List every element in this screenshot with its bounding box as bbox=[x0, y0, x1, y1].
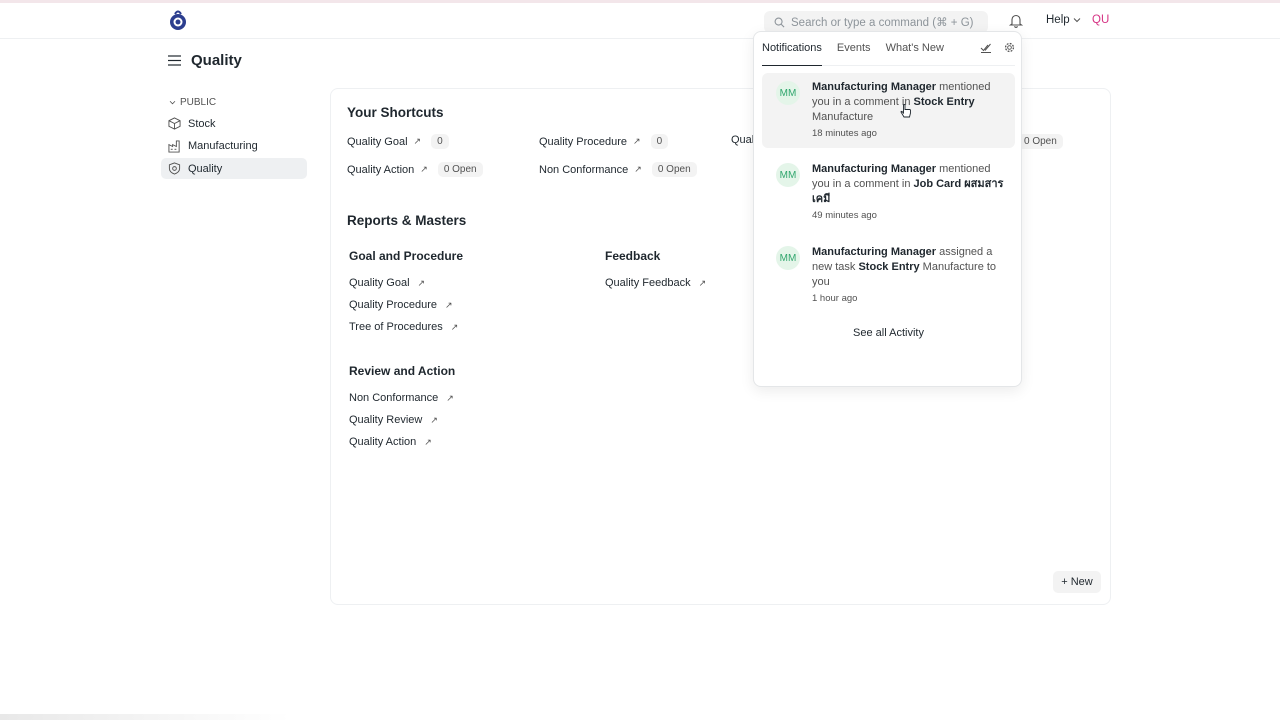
new-button-label: New bbox=[1070, 576, 1093, 588]
avatar: MM bbox=[776, 163, 800, 187]
box-icon bbox=[168, 117, 181, 130]
help-dropdown[interactable]: Help bbox=[1046, 14, 1081, 26]
notifications-dropdown: Notifications Events What's New MM Manuf… bbox=[753, 31, 1022, 387]
plus-icon: + bbox=[1061, 576, 1068, 588]
link-label: Quality Review bbox=[349, 414, 423, 426]
shortcut-quality-action[interactable]: Quality Action ↗ 0 Open bbox=[347, 162, 483, 177]
link-label: Non Conformance bbox=[349, 392, 439, 404]
shortcut-count-badge: 0 Open bbox=[437, 162, 483, 177]
factory-icon bbox=[168, 139, 180, 153]
page-header: Quality bbox=[168, 52, 242, 69]
link-label: Quality Procedure bbox=[349, 299, 438, 311]
bell-icon[interactable] bbox=[1008, 13, 1024, 31]
sidebar: PUBLIC Stock Manufacturing Quality bbox=[161, 95, 307, 181]
shortcut-count-badge: 0 bbox=[431, 134, 449, 149]
page-title: Quality bbox=[191, 52, 242, 69]
sidebar-section-public[interactable]: PUBLIC bbox=[161, 95, 307, 109]
avatar: MM bbox=[776, 81, 800, 105]
sidebar-item-manufacturing[interactable]: Manufacturing bbox=[161, 136, 307, 157]
new-button[interactable]: + New bbox=[1053, 571, 1101, 593]
navbar: Search or type a command (⌘ + G) Help QU bbox=[0, 3, 1280, 39]
sidebar-item-label: Manufacturing bbox=[188, 140, 258, 152]
shortcuts-title: Your Shortcuts bbox=[347, 105, 444, 120]
group-title-feedback: Feedback bbox=[605, 249, 661, 263]
shortcut-label: Quality Action bbox=[347, 163, 415, 176]
notification-time: 1 hour ago bbox=[812, 293, 858, 304]
app-logo[interactable] bbox=[168, 9, 188, 31]
shortcut-label: Quality Goal bbox=[347, 135, 408, 148]
chevron-down-icon bbox=[169, 100, 176, 104]
gear-icon[interactable] bbox=[1004, 42, 1015, 53]
shortcut-label: Non Conformance bbox=[539, 163, 629, 176]
shortcut-label: Quality Procedure bbox=[539, 135, 628, 148]
notification-actions bbox=[980, 42, 1015, 53]
sidebar-item-label: Quality bbox=[188, 162, 223, 175]
notification-item[interactable]: MM Manufacturing Manager assigned a new … bbox=[762, 238, 1015, 313]
pointer-cursor-icon bbox=[900, 104, 912, 122]
arrow-up-right-icon: ↗ bbox=[420, 164, 428, 174]
shortcut-quality-goal[interactable]: Quality Goal ↗ 0 bbox=[347, 134, 449, 149]
bottom-scroll-shade bbox=[0, 714, 290, 720]
mark-all-read-icon[interactable] bbox=[980, 42, 992, 53]
link-label: Quality Feedback bbox=[605, 277, 691, 289]
shortcut-non-conformance[interactable]: Non Conformance ↗ 0 Open bbox=[539, 162, 697, 177]
notification-tabs: Notifications Events What's New bbox=[762, 40, 1015, 66]
help-label: Help bbox=[1046, 14, 1070, 26]
see-all-activity-link[interactable]: See all Activity bbox=[754, 327, 1023, 339]
shortcut-label: Qual bbox=[731, 134, 755, 146]
arrow-up-right-icon: ↗ bbox=[446, 392, 454, 403]
user-avatar[interactable]: QU bbox=[1092, 14, 1109, 26]
link-quality-goal[interactable]: Quality Goal ↗ bbox=[349, 277, 425, 289]
shortcut-quality-procedure[interactable]: Quality Procedure ↗ 0 bbox=[539, 134, 669, 149]
notification-text: Manufacturing Manager mentioned you in a… bbox=[812, 163, 1004, 205]
link-quality-review[interactable]: Quality Review ↗ bbox=[349, 414, 438, 426]
link-quality-procedure[interactable]: Quality Procedure ↗ bbox=[349, 299, 453, 311]
sidebar-item-stock[interactable]: Stock bbox=[161, 113, 307, 134]
link-quality-action[interactable]: Quality Action ↗ bbox=[349, 436, 432, 448]
arrow-up-right-icon: ↗ bbox=[633, 136, 641, 146]
shortcut-partially-hidden[interactable]: Qual bbox=[731, 134, 754, 146]
arrow-up-right-icon: ↗ bbox=[413, 136, 422, 146]
link-quality-feedback[interactable]: Quality Feedback ↗ bbox=[605, 277, 706, 289]
tab-events[interactable]: Events bbox=[837, 40, 871, 66]
search-placeholder: Search or type a command (⌘ + G) bbox=[791, 17, 974, 29]
group-title-goal-procedure: Goal and Procedure bbox=[349, 249, 464, 263]
search-bar[interactable]: Search or type a command (⌘ + G) bbox=[764, 11, 988, 33]
shield-icon bbox=[168, 162, 181, 175]
shortcut-count-badge: 0 bbox=[650, 134, 669, 149]
menu-icon[interactable] bbox=[168, 55, 181, 66]
tab-notifications[interactable]: Notifications bbox=[762, 40, 822, 66]
tab-whats-new[interactable]: What's New bbox=[886, 40, 944, 66]
arrow-up-right-icon: ↗ bbox=[445, 299, 453, 310]
shortcut-count-badge: 0 Open bbox=[1018, 134, 1063, 149]
notification-item[interactable]: MM Manufacturing Manager mentioned you i… bbox=[762, 155, 1015, 230]
arrow-up-right-icon: ↗ bbox=[634, 164, 642, 174]
link-tree-of-procedures[interactable]: Tree of Procedures ↗ bbox=[349, 321, 458, 333]
avatar: MM bbox=[776, 246, 800, 270]
chevron-down-icon bbox=[1073, 18, 1081, 23]
arrow-up-right-icon: ↗ bbox=[417, 277, 426, 288]
arrow-up-right-icon: ↗ bbox=[698, 277, 707, 288]
link-label: Quality Goal bbox=[349, 277, 410, 289]
notification-time: 49 minutes ago bbox=[812, 210, 877, 221]
arrow-up-right-icon: ↗ bbox=[424, 436, 432, 447]
link-label: Quality Action bbox=[349, 436, 417, 448]
notification-time: 18 minutes ago bbox=[812, 128, 877, 139]
sidebar-item-quality[interactable]: Quality bbox=[161, 158, 307, 179]
shortcut-count-badge: 0 Open bbox=[651, 162, 697, 177]
reports-title: Reports & Masters bbox=[347, 213, 467, 228]
arrow-up-right-icon: ↗ bbox=[450, 321, 459, 332]
search-icon bbox=[774, 17, 785, 27]
sidebar-section-label: PUBLIC bbox=[180, 96, 217, 108]
notification-item[interactable]: MM Manufacturing Manager mentioned you i… bbox=[762, 73, 1015, 148]
link-non-conformance[interactable]: Non Conformance ↗ bbox=[349, 392, 454, 404]
group-title-review-action: Review and Action bbox=[349, 364, 456, 378]
notification-text: Manufacturing Manager assigned a new tas… bbox=[812, 246, 997, 288]
sidebar-item-label: Stock bbox=[188, 117, 216, 130]
arrow-up-right-icon: ↗ bbox=[430, 414, 438, 425]
link-label: Tree of Procedures bbox=[349, 321, 443, 333]
